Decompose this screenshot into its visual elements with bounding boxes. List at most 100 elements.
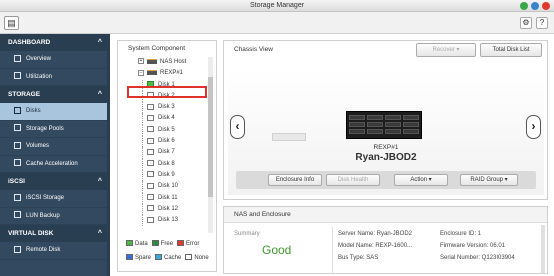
sidebar-section-virtual-disk[interactable]: VIRTUAL DISK ^ [0, 225, 110, 242]
disk-health-label: Disk Health [337, 177, 369, 183]
next-arrow-icon[interactable]: › [526, 115, 541, 139]
disk-status-legend: Data Free Error Spare Cache None [126, 237, 216, 265]
tree-item-disk[interactable]: Disk 13 [118, 215, 210, 227]
sidebar-item-utilization[interactable]: Utilization [0, 69, 110, 86]
tree-item-disk[interactable]: Disk 12 [118, 203, 210, 216]
legend-label: Data [135, 241, 148, 247]
sidebar-item-disks[interactable]: Disks [0, 103, 110, 121]
iscsi-storage-icon [14, 193, 21, 201]
section-label: VIRTUAL DISK [8, 230, 54, 237]
tree-item-disk[interactable]: Disk 5 [118, 124, 210, 137]
tree-item-nas-host[interactable]: + NAS Host [118, 57, 210, 68]
tree-item-label: Disk 12 [158, 205, 179, 212]
tree-item-disk[interactable]: Disk 3 [118, 102, 210, 114]
raid-group-button[interactable]: RAID Group ▾ [460, 174, 518, 186]
disk-none-icon [147, 137, 154, 144]
tree-item-label: Disk 2 [158, 92, 175, 99]
sidebar-section-dashboard[interactable]: DASHBOARD ^ [0, 34, 110, 51]
drive-bay [403, 115, 419, 120]
recover-button[interactable]: Recover ▾ [416, 43, 476, 57]
tree-item-label: Disk 1 [158, 81, 175, 88]
tree-item-disk[interactable]: Disk 10 [118, 181, 210, 193]
tree-item-label: Disk 7 [158, 149, 175, 156]
help-icon[interactable]: ? [536, 17, 548, 29]
nas-host-enclosure-image[interactable] [272, 133, 306, 141]
window-titlebar: Storage Manager [0, 0, 554, 12]
disks-icon [14, 106, 21, 114]
maximize-icon[interactable] [531, 2, 539, 10]
scrollbar-thumb[interactable] [208, 77, 213, 197]
disk-none-icon [147, 193, 154, 200]
toolbar: ▤ ⚙ ? [0, 12, 554, 34]
previous-arrow-icon[interactable]: ‹ [230, 115, 245, 139]
tree-item-disk[interactable]: Disk 1 [118, 79, 210, 92]
tree-item-disk[interactable]: Disk 2 [118, 90, 210, 103]
server-name: Server Name: Ryan-JBOD2 [338, 231, 413, 237]
enclosure-info-button[interactable]: Enclosure Info [268, 174, 322, 186]
data-swatch-icon [126, 240, 133, 247]
sidebar-item-label: Utilization [26, 73, 53, 80]
system-component-panel: System Component + NAS Host − REXP#1 Disk … [117, 40, 217, 272]
bus-type: Bus Type: SAS [338, 255, 379, 261]
expansion-enclosure-image[interactable] [346, 111, 422, 139]
sidebar-item-cache-acceleration[interactable]: Cache Acceleration [0, 156, 110, 173]
window-controls [520, 2, 550, 10]
menu-icon[interactable]: ▤ [4, 16, 19, 30]
nas-panel-scrollbar[interactable] [541, 225, 545, 273]
chassis-action-bar: Enclosure Info Disk Health Action ▾ RAID… [236, 171, 536, 189]
tree-item-label: Disk 5 [158, 126, 175, 133]
disk-health-button[interactable]: Disk Health [326, 174, 380, 186]
tree-item-disk[interactable]: Disk 11 [118, 192, 210, 205]
tree-item-disk[interactable]: Disk 6 [118, 136, 210, 148]
expand-icon[interactable]: + [138, 58, 144, 65]
component-tree: + NAS Host − REXP#1 Disk 1 Disk 2 Disk 3 D… [118, 57, 210, 233]
sidebar-item-iscsi-storage[interactable]: iSCSI Storage [0, 190, 110, 208]
total-disk-list-label: Total Disk List [492, 47, 530, 53]
sidebar-section-iscsi[interactable]: iSCSI ^ [0, 173, 110, 190]
status-good: Good [262, 243, 292, 257]
legend-item-data: Data [126, 237, 148, 251]
drive-bay [367, 129, 383, 134]
tree-item-label: Disk 4 [158, 115, 175, 122]
legend-label: Free [160, 241, 174, 247]
minimize-icon[interactable] [520, 2, 528, 10]
spare-swatch-icon [126, 254, 133, 261]
tree-item-rexp[interactable]: − REXP#1 [118, 68, 210, 79]
section-label: iSCSI [8, 178, 25, 185]
sidebar-item-volumes[interactable]: Volumes [0, 138, 110, 156]
close-icon[interactable] [542, 2, 550, 10]
drive-bay [403, 129, 419, 134]
sidebar-item-overview[interactable]: Overview [0, 51, 110, 69]
tree-item-disk[interactable]: Disk 9 [118, 169, 210, 182]
sidebar-item-storage-pools[interactable]: Storage Pools [0, 121, 110, 138]
legend-item-free: Free [151, 237, 174, 251]
cache-acceleration-icon [14, 159, 21, 167]
chevron-up-icon: ^ [97, 91, 102, 98]
remote-disk-icon [14, 245, 21, 253]
sidebar-scrollbar[interactable] [107, 34, 110, 276]
settings-icon[interactable]: ⚙ [520, 17, 532, 29]
tree-scrollbar[interactable] [208, 57, 213, 233]
tree-item-disk[interactable]: Disk 4 [118, 113, 210, 126]
disk-none-icon [147, 160, 154, 167]
sidebar-item-lun-backup[interactable]: LUN Backup [0, 208, 110, 225]
serial-number: Serial Number: Q123I03904 [440, 255, 515, 261]
none-swatch-icon [185, 254, 193, 261]
recover-label: Recover [432, 47, 455, 53]
model-name: Model Name: REXP-1600... [338, 243, 413, 249]
drive-bay [385, 122, 401, 127]
sidebar-item-remote-disk[interactable]: Remote Disk [0, 242, 110, 260]
total-disk-list-button[interactable]: Total Disk List [480, 43, 542, 57]
lun-backup-icon [14, 211, 21, 219]
chassis-stage: ‹ › REXP#1 Ryan-JBOD2 Enclosure Info Dis… [228, 67, 544, 195]
tree-item-disk[interactable]: Disk 7 [118, 147, 210, 159]
tree-item-label: Disk 11 [158, 194, 178, 201]
collapse-icon[interactable]: − [138, 69, 144, 76]
disk-none-icon [147, 92, 154, 99]
section-label: DASHBOARD [8, 39, 51, 46]
tree-item-disk[interactable]: Disk 8 [118, 158, 210, 171]
action-button[interactable]: Action ▾ [394, 174, 448, 186]
disk-none-icon [147, 182, 154, 189]
drive-bay [385, 115, 401, 120]
sidebar-section-storage[interactable]: STORAGE ^ [0, 86, 110, 103]
